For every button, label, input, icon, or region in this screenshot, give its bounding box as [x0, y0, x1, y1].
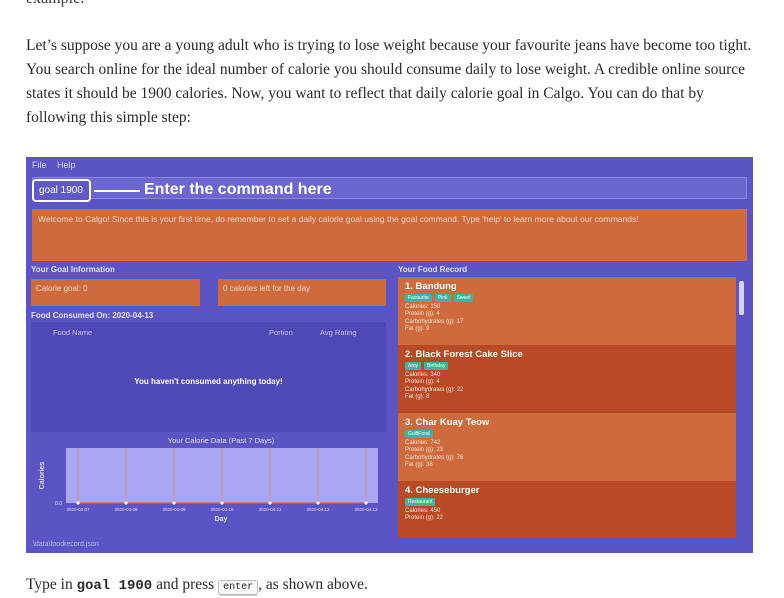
menu-bar: File Help — [32, 160, 84, 170]
food-nutrient: Calories: 742 — [405, 440, 441, 446]
food-name: 3. Char Kuay Teow — [405, 417, 490, 428]
data-point — [172, 501, 176, 505]
x-tick-label: 2020-04-08 — [114, 507, 138, 512]
intro-paragraph: Let’s suppose you are a young adult who … — [26, 37, 752, 126]
food-tag: Favourite — [405, 294, 432, 302]
goal-header: Your Goal Information — [31, 265, 115, 274]
menu-file[interactable]: File — [32, 160, 47, 170]
app-screenshot: File Help goal 1900 Enter the command he… — [26, 157, 753, 553]
food-tag: Birthday — [424, 362, 449, 370]
data-point — [76, 501, 80, 505]
enter-key: enter — [218, 580, 259, 595]
x-tick-label: 2020-04-10 — [210, 507, 234, 512]
food-nutrient: Calories: 450 — [405, 508, 441, 514]
x-tick-label: 2020-04-11 — [259, 507, 282, 512]
result-display: Welcome to Calgo! Since this is your fir… — [32, 209, 747, 261]
y-tick-label: 0.0 — [55, 501, 62, 507]
y-axis-label: Calories — [39, 462, 46, 490]
food-record-header: Your Food Record — [398, 265, 468, 274]
food-nutrient: Protein (g): 23 — [405, 447, 444, 454]
food-nutrient: Protein (g): 22 — [405, 515, 444, 522]
data-point — [364, 501, 368, 505]
food-nutrient: Protein (g): 4 — [405, 379, 440, 386]
previous-line-fragment: example. — [26, 0, 84, 8]
instruction-line: Type in goal 1900 and press enter, as sh… — [26, 576, 368, 595]
data-point — [316, 501, 320, 505]
x-tick-label: 2020-04-09 — [162, 507, 186, 512]
food-tag: Restaurant — [405, 498, 436, 506]
food-record-list[interactable]: 1. Bandung Favourite Pink Sweet Calories: 15… — [398, 277, 736, 537]
food-card[interactable]: 3. Char Kuay Teow GuiltFood Calories: 742 P… — [398, 413, 736, 481]
food-nutrient: Protein (g): 4 — [405, 311, 440, 318]
calorie-chart-svg: Your Calorie Data (Past 7 Days) 0.0 2020-0… — [39, 436, 378, 523]
col-portion: Portion — [269, 328, 293, 337]
food-tags: GuiltFood — [405, 430, 729, 439]
command-code: goal 1900 — [76, 578, 153, 594]
goal-value: Calorie goal: 0 — [31, 279, 200, 306]
food-nutrient: Fat (g): 8 — [405, 394, 430, 401]
food-nutrient: Calories: 150 — [405, 304, 441, 310]
food-tags: Favourite Pink Sweet — [405, 294, 729, 303]
status-bar: .\data\foodrecord.json — [31, 541, 99, 548]
food-card[interactable]: 2. Black Forest Cake Slice Amy Birthday Cal… — [398, 345, 736, 413]
x-tick-label: 2020-04-07 — [66, 507, 90, 512]
calorie-chart: Your Calorie Data (Past 7 Days) 0.0 2020-0… — [31, 434, 386, 544]
food-tags: Restaurant — [405, 498, 729, 507]
food-card[interactable]: 1. Bandung Favourite Pink Sweet Calories: 15… — [398, 277, 736, 345]
food-nutrient: Fat (g): 38 — [405, 462, 433, 469]
food-tag: Amy — [405, 362, 421, 370]
food-tag: Pink — [434, 294, 451, 302]
food-name: 1. Bandung — [405, 281, 457, 292]
food-nutrient: Fat (g): 9 — [405, 326, 430, 333]
data-point — [124, 501, 128, 505]
food-nutrient: Carbohydrates (g): 22 — [405, 386, 464, 393]
instruction-prefix: Type in — [26, 576, 77, 593]
instruction-suffix: , as shown above. — [258, 576, 368, 593]
food-tags: Amy Birthday — [405, 362, 729, 371]
food-tag: GuiltFood — [405, 430, 433, 438]
consumed-header: Food Consumed On: 2020-04-13 — [31, 311, 154, 320]
consumed-table: Food Name Portion Avg Rating You haven't… — [31, 322, 386, 432]
instruction-mid: and press — [152, 576, 219, 593]
food-nutrient: Calories: 340 — [405, 372, 441, 378]
food-tag: Sweet — [453, 294, 474, 302]
col-rating: Avg Rating — [320, 328, 357, 337]
chart-title: Your Calorie Data (Past 7 Days) — [168, 436, 275, 445]
data-point — [268, 501, 272, 505]
x-tick-label: 2020-04-12 — [306, 507, 330, 512]
x-tick-label: 2020-04-13 — [354, 507, 378, 512]
x-axis-label: Day — [215, 516, 228, 523]
menu-help[interactable]: Help — [57, 160, 76, 170]
empty-message: You haven't consumed anything today! — [134, 377, 283, 386]
scrollbar[interactable] — [739, 281, 744, 315]
food-name: 4. Cheeseburger — [405, 485, 480, 496]
calories-left: 0 calories left for the day — [218, 279, 386, 306]
col-food-name: Food Name — [53, 328, 93, 337]
annotation-label: Enter the command here — [144, 181, 332, 198]
food-name: 2. Black Forest Cake Slice — [405, 349, 523, 360]
data-point — [220, 501, 224, 505]
command-box[interactable] — [32, 177, 747, 199]
command-input[interactable]: goal 1900 — [32, 179, 91, 202]
food-nutrient: Carbohydrates (g): 76 — [405, 454, 464, 461]
food-card[interactable]: 4. Cheeseburger Restaurant Calories: 450 Pr… — [398, 481, 736, 537]
annotation-arrow — [94, 190, 140, 192]
food-nutrient: Carbohydrates (g): 17 — [405, 318, 464, 325]
